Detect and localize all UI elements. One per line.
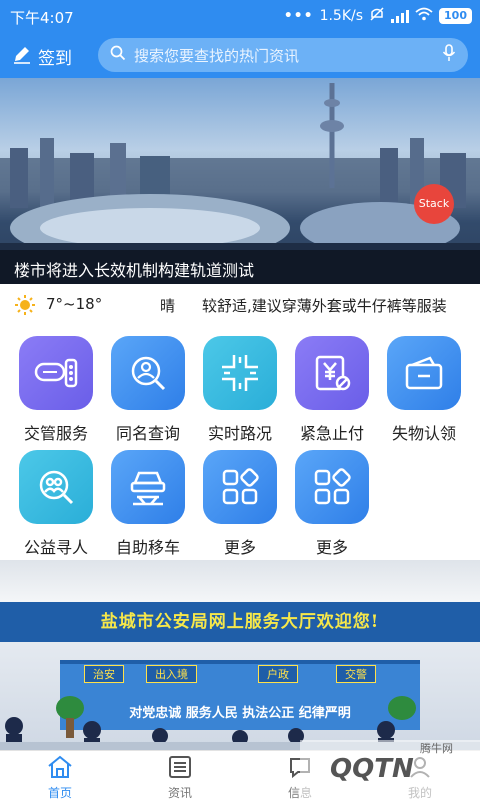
signin-label: 签到: [38, 49, 72, 69]
home-icon: [47, 755, 73, 782]
signal-icon: [391, 9, 410, 23]
weather-bar: 7°~18° 晴 较舒适,建议穿薄外套或牛仔裤等服装: [0, 286, 480, 324]
banner-caption: 楼市将进入长效机制构建轨道测试: [0, 250, 480, 284]
mute-icon: [369, 6, 385, 26]
weather-tip: 较舒适,建议穿薄外套或牛仔裤等服装: [202, 297, 447, 315]
service-label: 更多: [223, 538, 256, 557]
search-icon: [110, 45, 126, 65]
service-traffic[interactable]: 交管服务: [10, 336, 102, 444]
find-person-icon: [19, 450, 93, 524]
wallet-icon: [387, 336, 461, 410]
service-find-person[interactable]: 公益寻人: [10, 450, 102, 558]
stack-badge[interactable]: Stack: [414, 184, 454, 224]
top-bar: 下午4:07 ••• 1.5K/s 100 签到 搜索您要查找的热门资讯: [0, 0, 480, 78]
sun-icon: [14, 294, 36, 320]
service-label: 公益寻人: [23, 538, 88, 557]
weather-condition: 晴: [160, 297, 176, 315]
search-placeholder: 搜索您要查找的热门资讯: [134, 46, 300, 65]
service-lost-found[interactable]: 失物认领: [378, 336, 470, 444]
crossroad-icon: [203, 336, 277, 410]
payment-stop-icon: [295, 336, 369, 410]
service-road-condition[interactable]: 实时路况: [194, 336, 286, 444]
watermark-text: 腾牛网: [420, 742, 453, 755]
weather-temperature: 7°~18°: [46, 295, 103, 313]
microphone-icon[interactable]: [442, 44, 456, 66]
search-bar[interactable]: 搜索您要查找的热门资讯: [98, 38, 468, 72]
service-hall-banner[interactable]: 盐城市公安局网上服务大厅欢迎您! 对党忠诚 服务人民 执法公正 纪律严明 治安 …: [0, 560, 480, 750]
service-label: 自助移车: [115, 538, 180, 557]
nav-home[interactable]: 首页: [25, 755, 95, 800]
service-more-2[interactable]: 更多: [286, 450, 378, 558]
status-bar: 下午4:07 ••• 1.5K/s 100: [0, 0, 480, 32]
person-search-icon: [111, 336, 185, 410]
status-right: ••• 1.5K/s 100: [284, 6, 472, 26]
car-lift-icon: [111, 450, 185, 524]
service-name-query[interactable]: 同名查询: [102, 336, 194, 444]
news-banner[interactable]: Stack 楼市将进入长效机制构建轨道测试: [0, 78, 480, 284]
grid-icon: [295, 450, 369, 524]
nav-label: 首页: [47, 786, 72, 800]
grid-icon: [203, 450, 277, 524]
service-emergency-stop[interactable]: 紧急止付: [286, 336, 378, 444]
status-time: 下午4:07: [10, 9, 74, 27]
service-label: 紧急止付: [299, 424, 364, 443]
watermark: QQTN 腾牛网: [300, 740, 480, 800]
traffic-light-icon: [19, 336, 93, 410]
pencil-icon: [12, 44, 32, 69]
network-speed: 1.5K/s: [319, 8, 364, 24]
service-label: 更多: [315, 538, 348, 557]
wifi-icon: [415, 7, 433, 25]
service-label: 失物认领: [391, 424, 456, 443]
service-label: 同名查询: [115, 424, 180, 443]
service-more-1[interactable]: 更多: [194, 450, 286, 558]
nav-news[interactable]: 资讯: [145, 755, 215, 800]
news-icon: [168, 756, 192, 782]
service-move-car[interactable]: 自助移车: [102, 450, 194, 558]
battery-icon: 100: [439, 8, 472, 24]
service-label: 实时路况: [207, 424, 272, 443]
signin-button[interactable]: 签到: [12, 44, 72, 69]
police-figures-image: [0, 696, 480, 750]
watermark-logo: QQTN: [330, 754, 414, 784]
service-label: 交管服务: [23, 424, 88, 443]
nav-label: 资讯: [167, 786, 192, 800]
notification-dots: •••: [283, 8, 314, 24]
